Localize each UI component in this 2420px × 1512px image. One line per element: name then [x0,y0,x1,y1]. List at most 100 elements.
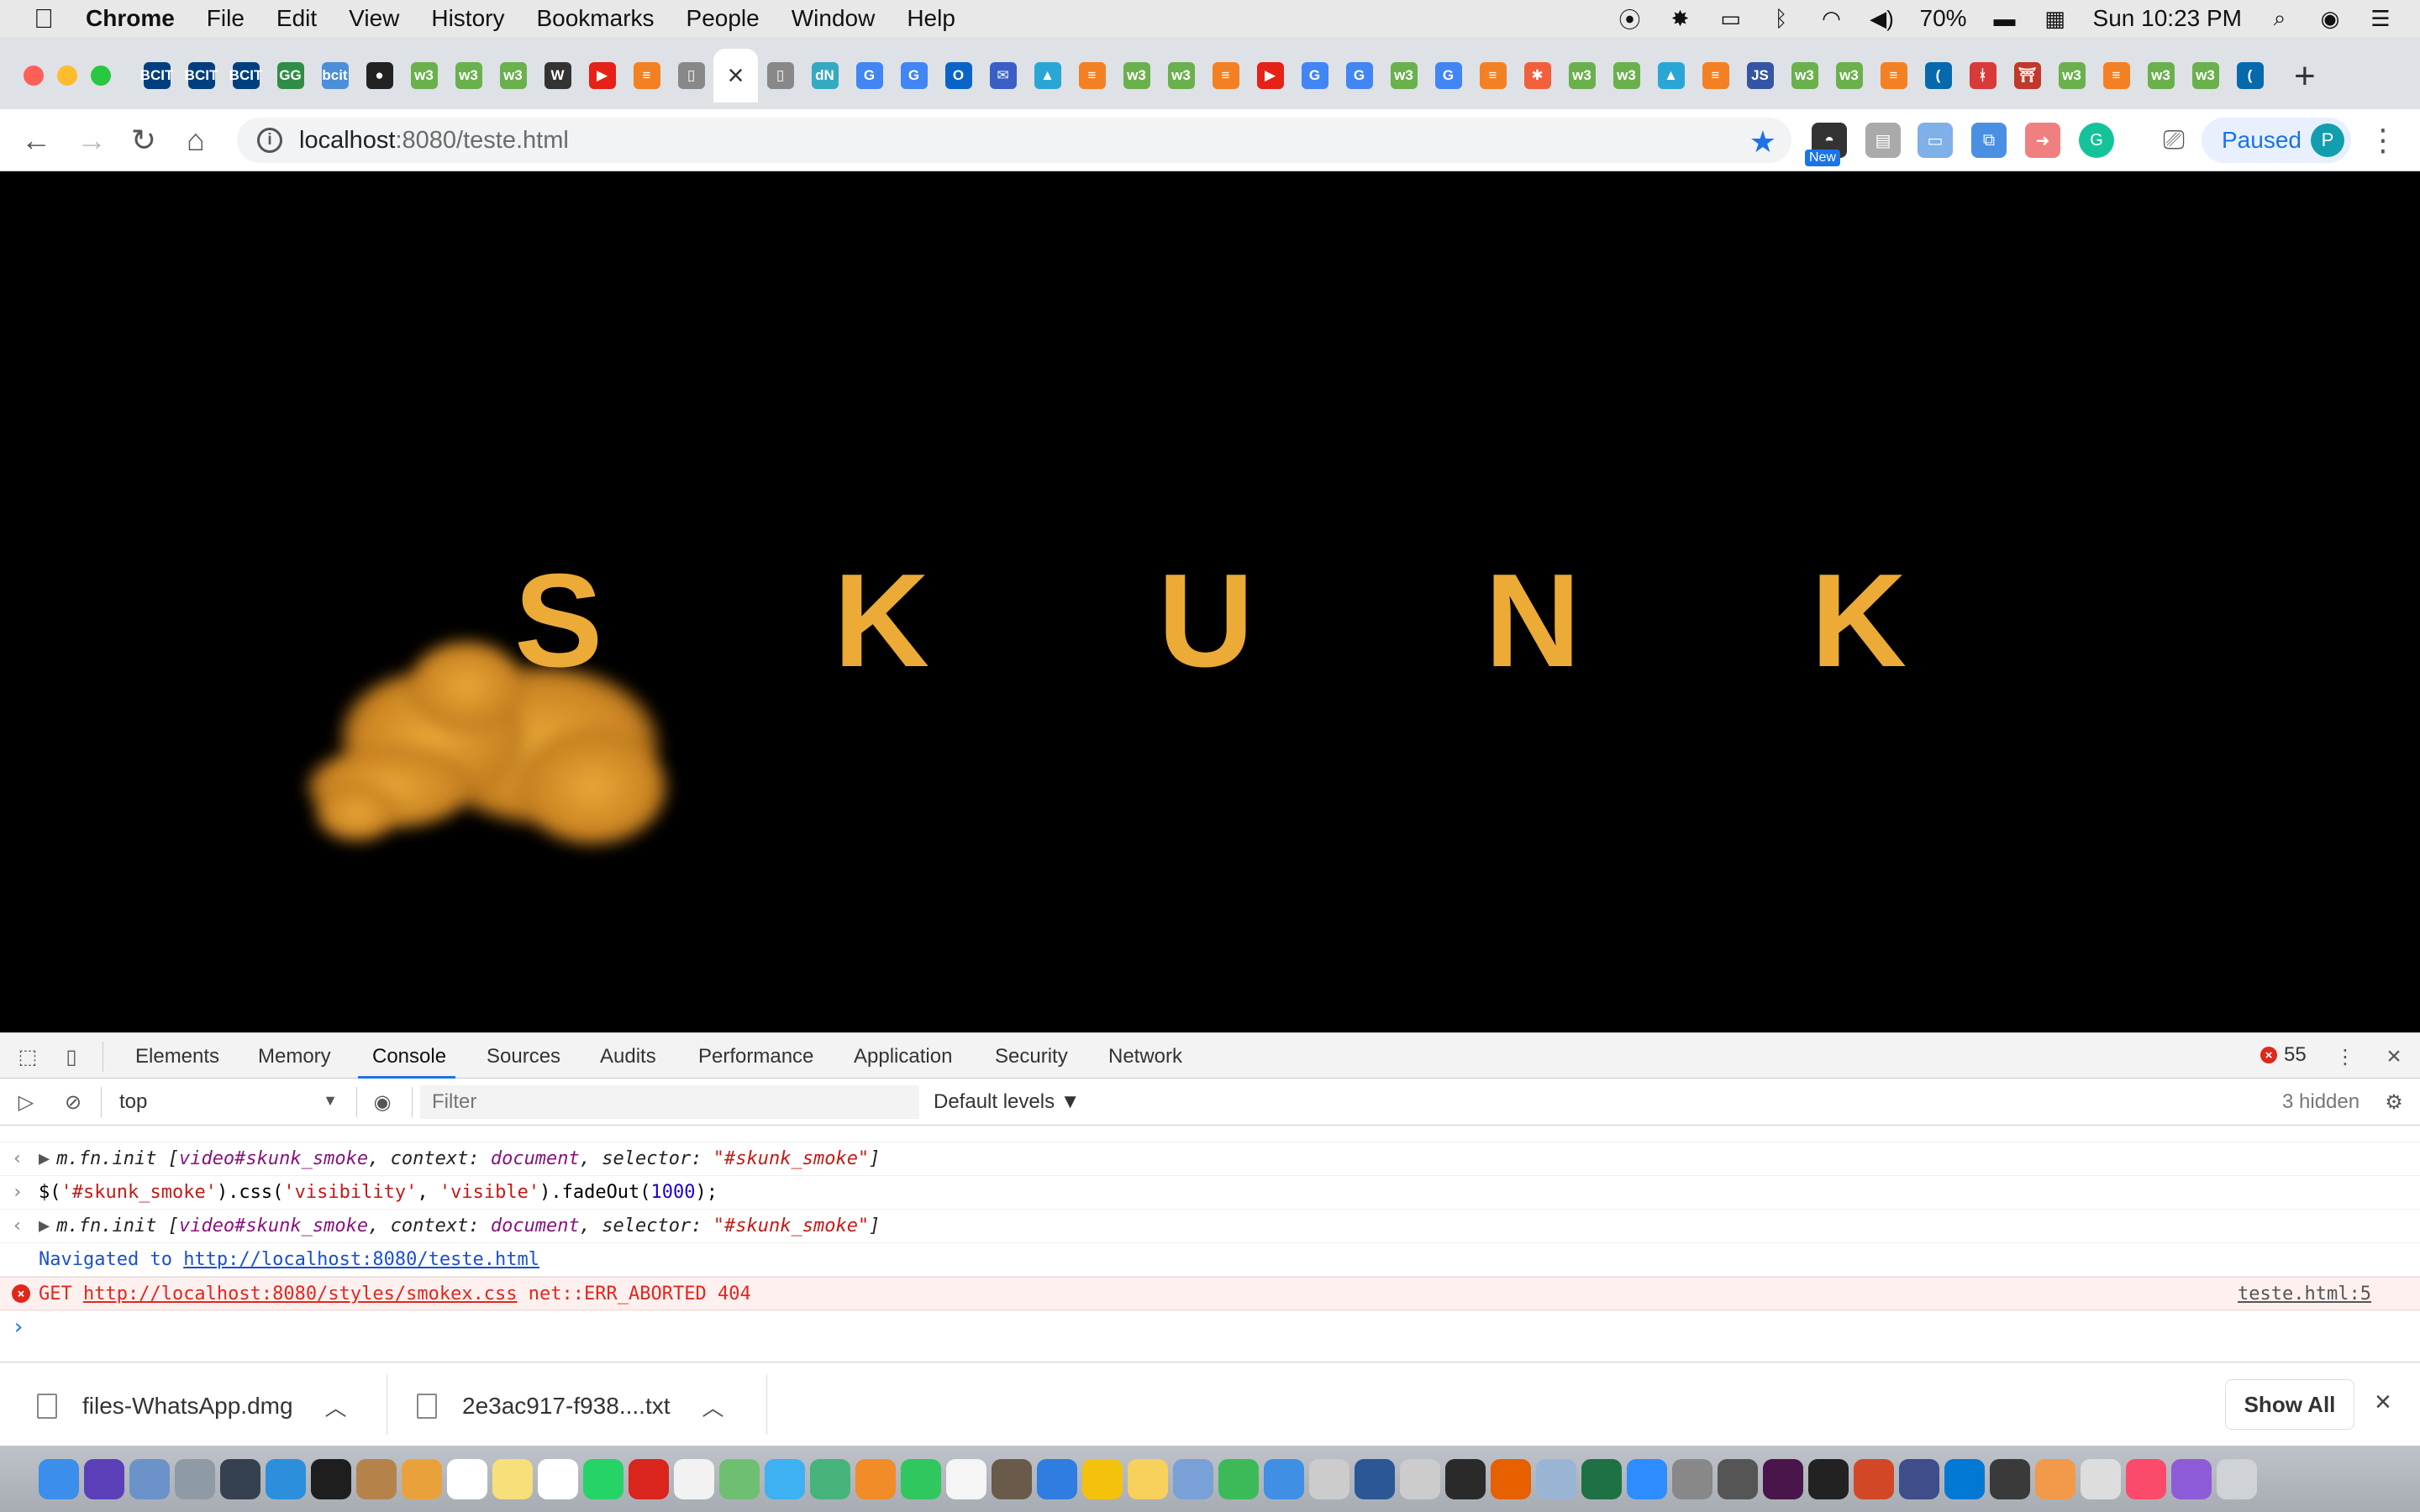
tab[interactable]: G [1292,49,1337,102]
tab[interactable]: ✉ [981,49,1025,102]
pencil-icon[interactable] [1173,1458,1213,1499]
camera-icon[interactable] [992,1458,1032,1499]
tab[interactable]: W [535,49,580,102]
tab[interactable]: w3 [1782,49,1827,102]
console-prompt[interactable]: › [0,1310,2420,1344]
tab[interactable]: ✱ [1515,49,1560,102]
tab[interactable]: ≡ [624,49,669,102]
tab[interactable]: ≡ [1203,49,1248,102]
notebook-icon[interactable] [356,1458,397,1499]
close-devtools-icon[interactable]: × [2381,1042,2407,1070]
tab[interactable]: G [1337,49,1381,102]
navigated-url-link[interactable]: http://localhost:8080/teste.html [183,1249,539,1270]
preview-icon[interactable] [129,1458,170,1499]
extension-new-icon[interactable]: ◓ New [1805,123,1847,166]
emoji-icon[interactable] [1128,1458,1168,1499]
home-button[interactable]: ⌂ [175,119,217,161]
mission-control-icon[interactable] [220,1458,260,1499]
download-item[interactable]: files-WhatsApp.dmg ︿ [37,1383,347,1430]
tab[interactable]: ≡ [1470,49,1515,102]
tab[interactable]: ( [2228,49,2272,102]
tab[interactable]: BCIT [224,49,268,102]
photos-icon[interactable] [402,1458,442,1499]
volume-icon[interactable]: ◀) [1870,6,1895,31]
tab-sources[interactable]: Sources [487,1045,560,1068]
messages-icon[interactable] [765,1458,805,1499]
menu-edit[interactable]: Edit [276,5,317,32]
eye-icon[interactable]: ◉ [370,1090,395,1114]
window-extension-icon[interactable]: ▭ [1918,123,1953,158]
tab[interactable]: O [936,49,981,102]
tab[interactable]: ▶ [1248,49,1292,102]
new-tab-button[interactable]: + [2294,55,2316,97]
compass-icon[interactable] [1990,1458,2030,1499]
panda-icon[interactable] [946,1458,986,1499]
firefox-icon[interactable] [1491,1458,1531,1499]
console-result-line[interactable]: ‹ ▶ m.fn.init [video#skunk_smoke, contex… [0,1142,2420,1176]
spotlight-search-icon[interactable]: ⌕ [2267,5,2292,30]
error-counter[interactable]: × 55 [2260,1043,2307,1067]
keynote-icon[interactable] [1037,1458,1077,1499]
expand-triangle-icon[interactable]: ▶ [39,1148,50,1169]
tab-audits[interactable]: Audits [600,1045,656,1068]
menu-window[interactable]: Window [792,5,876,32]
keyboard-input-icon[interactable]: ▦ [2043,6,2068,31]
site-info-icon[interactable]: i [257,128,282,153]
download-item[interactable]: 2e3ac917-f938....txt ︿ [417,1383,724,1430]
tab-network[interactable]: Network [1108,1045,1182,1068]
bluetooth-icon[interactable]: ᛒ [1769,6,1794,31]
cast-icon[interactable]: ⎚ [2156,123,2191,158]
gear-icon[interactable]: ✸ [1668,6,1693,31]
arrow-extension-icon[interactable]: ➜ [2025,123,2060,158]
tab[interactable]: ≡ [1871,49,1916,102]
tab[interactable]: w3 [402,49,446,102]
tab[interactable]: bcit [313,49,357,102]
clock[interactable]: Sun 10:23 PM [2093,5,2242,32]
minimize-window-button[interactable] [57,66,77,86]
safari-icon[interactable] [266,1458,306,1499]
chevron-up-icon[interactable]: ︿ [325,1391,347,1422]
tab[interactable]: w3 [1827,49,1871,102]
tab[interactable]: ▯ [758,49,802,102]
battery-percent[interactable]: 70% [1920,5,1967,32]
tab[interactable]: ≡ [2094,49,2139,102]
tab[interactable]: w3 [491,49,535,102]
acrobat-icon[interactable] [629,1458,669,1499]
console-settings-gear-icon[interactable]: ⚙ [2381,1090,2407,1114]
video-downloader-icon[interactable]: ▤ [1865,123,1901,158]
textedit-icon[interactable] [674,1458,714,1499]
tab[interactable]: w3 [2183,49,2228,102]
tab[interactable]: ● [357,49,402,102]
activity-monitor-icon[interactable] [1445,1458,1486,1499]
word-icon[interactable] [1355,1458,1395,1499]
terminal-icon[interactable] [311,1458,351,1499]
help-icon[interactable] [1309,1458,1349,1499]
context-selector[interactable]: top ▼ [119,1090,338,1114]
back-button[interactable]: ← [15,119,57,161]
inspect-element-icon[interactable]: ⬚ [15,1045,40,1068]
document-icon[interactable] [2081,1458,2121,1499]
menu-history[interactable]: History [431,5,504,32]
tab[interactable]: w3 [2139,49,2183,102]
tab-application[interactable]: Application [854,1045,952,1068]
tab[interactable]: ▶ [580,49,624,102]
calendar-icon[interactable] [447,1458,487,1499]
x-icon[interactable] [1808,1458,1849,1499]
menu-file[interactable]: File [207,5,245,32]
chrome-menu-icon[interactable]: ⋮ [2368,123,2398,158]
bird-icon[interactable] [1718,1458,1758,1499]
grammarly-icon[interactable]: G [2079,123,2114,158]
tab[interactable]: w3 [1604,49,1649,102]
close-download-shelf-icon[interactable]: × [2375,1386,2391,1419]
profile-button[interactable]: Paused P [2202,118,2351,163]
whatsapp-icon[interactable] [583,1458,623,1499]
console-result-line-2[interactable]: ‹ ▶ m.fn.init [video#skunk_smoke, contex… [0,1210,2420,1243]
tab[interactable]: ▲ [1649,49,1693,102]
tab[interactable]: ≡ [1693,49,1738,102]
wifi-icon[interactable]: ◠ [1819,6,1844,31]
siri-icon[interactable] [84,1458,124,1499]
close-window-button[interactable] [24,66,44,86]
show-all-downloads-button[interactable]: Show All [2225,1379,2354,1430]
numbers-icon[interactable] [1218,1458,1259,1499]
chevron-up-icon[interactable]: ︿ [702,1391,724,1422]
